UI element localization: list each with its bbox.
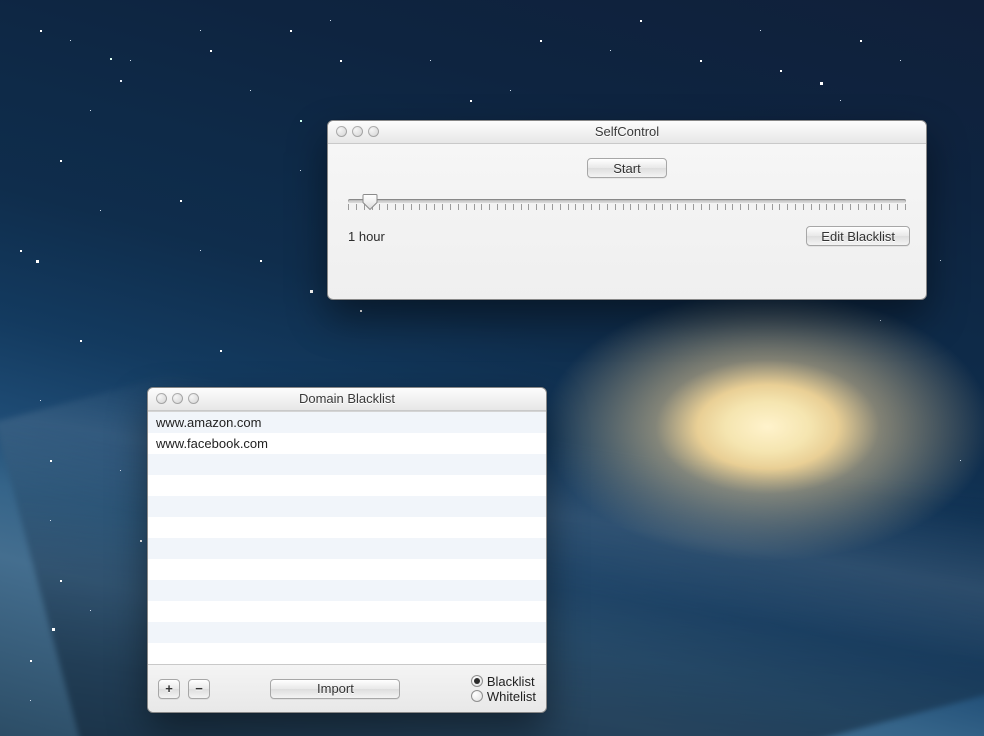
- window-title: SelfControl: [336, 121, 918, 143]
- mode-radio-group: Blacklist Whitelist: [471, 674, 536, 704]
- desktop: SelfControl Start: [0, 0, 984, 736]
- blacklist-footer: + − Import Blacklist Whitelist: [148, 664, 546, 712]
- radio-icon: [471, 690, 483, 702]
- slider-ticks: [348, 204, 906, 214]
- titlebar[interactable]: Domain Blacklist: [148, 388, 546, 411]
- table-row[interactable]: [148, 559, 546, 580]
- window-controls: [336, 126, 379, 137]
- edit-blacklist-button[interactable]: Edit Blacklist: [806, 226, 910, 246]
- table-row[interactable]: [148, 517, 546, 538]
- mode-whitelist-label: Whitelist: [487, 689, 536, 704]
- zoom-icon[interactable]: [188, 393, 199, 404]
- window-controls: [156, 393, 199, 404]
- table-row[interactable]: [148, 580, 546, 601]
- close-icon[interactable]: [156, 393, 167, 404]
- remove-button[interactable]: −: [188, 679, 210, 699]
- add-button[interactable]: +: [158, 679, 180, 699]
- radio-icon: [471, 675, 483, 687]
- duration-slider[interactable]: [348, 192, 906, 220]
- slider-track: [348, 199, 906, 203]
- duration-label: 1 hour: [344, 229, 385, 244]
- table-row[interactable]: www.facebook.com: [148, 433, 546, 454]
- table-row[interactable]: [148, 475, 546, 496]
- mode-blacklist-label: Blacklist: [487, 674, 535, 689]
- close-icon[interactable]: [336, 126, 347, 137]
- table-row[interactable]: [148, 454, 546, 475]
- blacklist-window: Domain Blacklist www.amazon.comwww.faceb…: [147, 387, 547, 713]
- window-body: Start: [328, 144, 926, 260]
- minimize-icon[interactable]: [352, 126, 363, 137]
- wallpaper-stars: [0, 0, 3, 3]
- table-row[interactable]: [148, 622, 546, 643]
- titlebar[interactable]: SelfControl: [328, 121, 926, 144]
- import-button[interactable]: Import: [270, 679, 400, 699]
- mode-blacklist-option[interactable]: Blacklist: [471, 674, 536, 689]
- table-row[interactable]: www.amazon.com: [148, 412, 546, 433]
- blacklist-table[interactable]: www.amazon.comwww.facebook.com: [148, 411, 546, 664]
- selfcontrol-window: SelfControl Start: [327, 120, 927, 300]
- minimize-icon[interactable]: [172, 393, 183, 404]
- window-title: Domain Blacklist: [156, 388, 538, 410]
- table-row[interactable]: [148, 601, 546, 622]
- mode-whitelist-option[interactable]: Whitelist: [471, 689, 536, 704]
- start-button[interactable]: Start: [587, 158, 667, 178]
- table-row[interactable]: [148, 643, 546, 664]
- table-row[interactable]: [148, 538, 546, 559]
- slider-thumb[interactable]: [363, 194, 378, 210]
- table-row[interactable]: [148, 496, 546, 517]
- zoom-icon[interactable]: [368, 126, 379, 137]
